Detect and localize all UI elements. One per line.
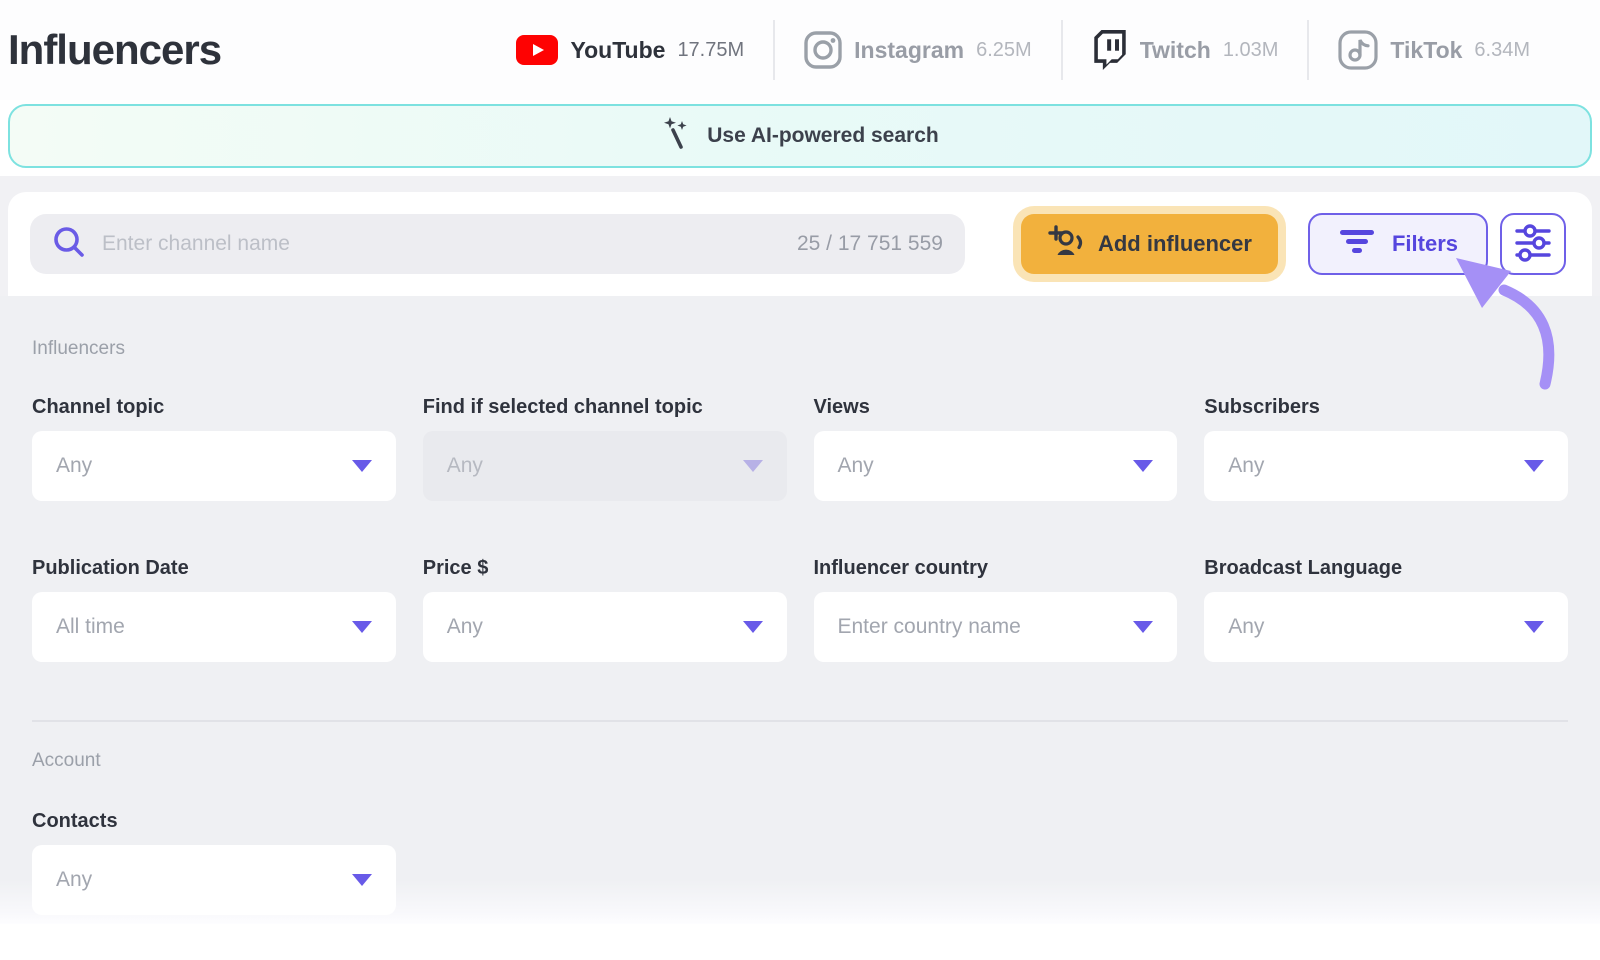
field-views: Views Any [814,396,1178,501]
field-influencer-country: Influencer country Enter country name [814,557,1178,662]
section-label-account: Account [32,750,1568,772]
chevron-down-icon [1133,621,1153,633]
results-counter: 25 / 17 751 559 [797,232,943,256]
tab-tiktok[interactable]: TikTok 6.34M [1308,18,1560,82]
field-publication-date: Publication Date All time [32,557,396,662]
section-label-influencers: Influencers [32,296,1568,360]
price-dropdown[interactable]: Any [423,592,787,662]
dropdown-value: Enter country name [838,615,1021,639]
filters-grid: Channel topic Any Find if selected chann… [32,396,1568,662]
dropdown-value: Any [447,454,483,478]
page-title: Influencers [8,26,221,74]
filter-lines-icon [1338,227,1376,261]
selected-channel-topic-dropdown: Any [423,431,787,501]
tab-instagram[interactable]: Instagram 6.25M [774,18,1062,82]
magic-wand-icon [661,116,693,157]
dropdown-value: All time [56,615,125,639]
dropdown-value: Any [1228,615,1264,639]
chevron-down-icon [352,874,372,886]
tab-count: 17.75M [677,39,744,62]
filters-label: Filters [1392,231,1458,257]
ai-search-banner[interactable]: Use AI-powered search [8,104,1592,168]
youtube-icon [516,35,558,65]
tab-label: YouTube [570,37,665,64]
search-icon [52,225,86,264]
publication-date-dropdown[interactable]: All time [32,592,396,662]
channel-search-input[interactable] [102,232,781,256]
add-person-icon [1047,225,1085,263]
dropdown-value: Any [1228,454,1264,478]
chevron-down-icon [1524,460,1544,472]
field-label: Price $ [423,557,787,580]
field-selected-channel-topic: Find if selected channel topic Any [423,396,787,501]
platform-tabs: YouTube 17.75M Instagram 6.25M Twitch 1.… [486,18,1560,82]
tab-label: TikTok [1390,37,1462,64]
contacts-dropdown[interactable]: Any [32,845,396,915]
tab-count: 6.25M [976,39,1032,62]
add-influencer-button[interactable]: Add influencer [1021,214,1278,274]
saved-filters-button[interactable] [1500,213,1566,275]
tab-count: 6.34M [1474,39,1530,62]
field-label: Views [814,396,1178,419]
subscribers-dropdown[interactable]: Any [1204,431,1568,501]
dropdown-value: Any [56,868,92,892]
field-label: Broadcast Language [1204,557,1568,580]
header: Influencers YouTube 17.75M Instagram 6.2… [0,0,1600,100]
tab-youtube[interactable]: YouTube 17.75M [486,18,774,82]
field-price: Price $ Any [423,557,787,662]
section-divider [32,720,1568,722]
chevron-down-icon [743,621,763,633]
tab-count: 1.03M [1223,39,1279,62]
field-label: Channel topic [32,396,396,419]
chevron-down-icon [352,621,372,633]
tab-label: Twitch [1140,37,1211,64]
field-label: Find if selected channel topic [423,396,787,419]
field-label: Publication Date [32,557,396,580]
filters-button[interactable]: Filters [1308,213,1488,275]
search-toolbar: 25 / 17 751 559 Add influencer Filters [8,192,1592,296]
broadcast-language-dropdown[interactable]: Any [1204,592,1568,662]
channel-topic-dropdown[interactable]: Any [32,431,396,501]
field-label: Influencer country [814,557,1178,580]
influencer-country-dropdown[interactable]: Enter country name [814,592,1178,662]
tab-label: Instagram [854,37,964,64]
chevron-down-icon [1524,621,1544,633]
field-label: Subscribers [1204,396,1568,419]
twitch-icon [1092,30,1128,70]
dropdown-value: Any [838,454,874,478]
chevron-down-icon [352,460,372,472]
chevron-down-icon [1133,460,1153,472]
instagram-icon [804,31,842,69]
sliders-icon [1513,223,1553,266]
tab-twitch[interactable]: Twitch 1.03M [1062,18,1309,82]
dropdown-value: Any [447,615,483,639]
chevron-down-icon [743,460,763,472]
views-dropdown[interactable]: Any [814,431,1178,501]
dropdown-value: Any [56,454,92,478]
search-box[interactable]: 25 / 17 751 559 [30,214,965,274]
field-subscribers: Subscribers Any [1204,396,1568,501]
ai-banner-label: Use AI-powered search [707,124,938,148]
filters-panel: Influencers Channel topic Any Find if se… [0,296,1600,924]
field-label: Contacts [32,810,396,833]
add-influencer-label: Add influencer [1098,231,1252,257]
field-broadcast-language: Broadcast Language Any [1204,557,1568,662]
field-contacts: Contacts Any [32,810,396,915]
field-channel-topic: Channel topic Any [32,396,396,501]
tiktok-icon [1338,30,1378,70]
